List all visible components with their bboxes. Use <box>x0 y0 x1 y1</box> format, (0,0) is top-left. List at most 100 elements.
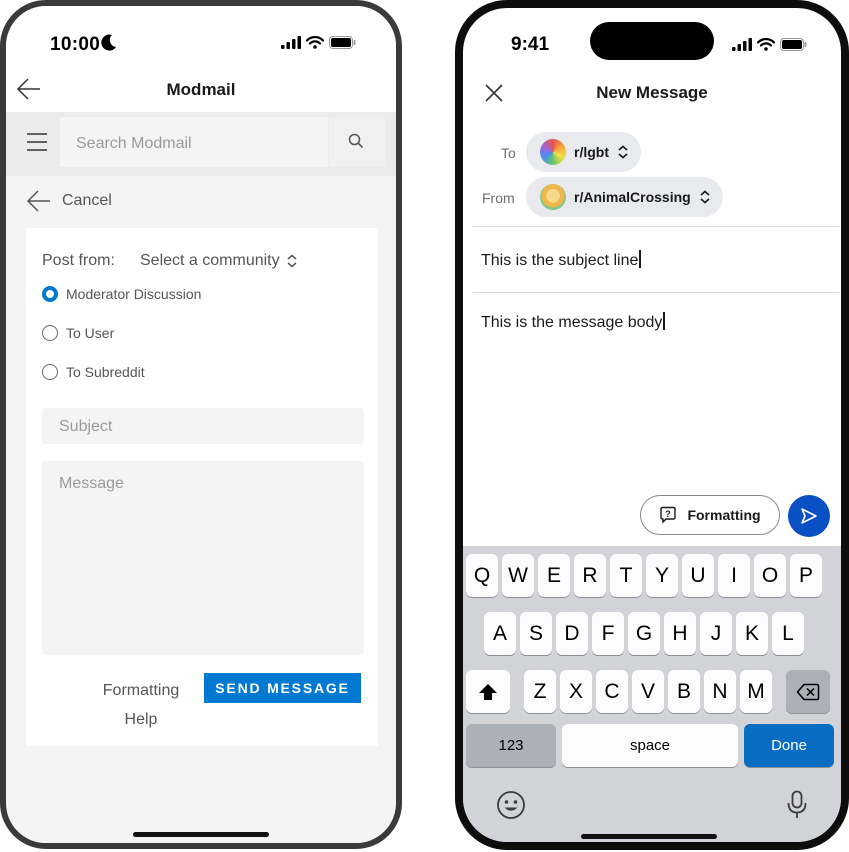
key-a[interactable]: A <box>484 612 516 655</box>
cancel-label: Cancel <box>62 192 112 209</box>
key-t[interactable]: T <box>610 554 642 597</box>
subject-input[interactable]: This is the subject line <box>481 250 641 270</box>
key-c[interactable]: C <box>596 670 628 713</box>
shift-icon <box>479 683 497 700</box>
key-i[interactable]: I <box>718 554 750 597</box>
from-community-selector[interactable]: r/AnimalCrossing <box>526 177 723 217</box>
to-community-selector[interactable]: r/lgbt <box>526 132 641 172</box>
old-modmail-phone: 10:00 Modmail Search Modmail Cancel Post… <box>0 0 402 849</box>
key-e[interactable]: E <box>538 554 570 597</box>
signal-icon <box>732 38 752 51</box>
chevron-updown-icon <box>700 190 710 204</box>
formatting-label: Formatting <box>687 507 761 523</box>
radio-to-user[interactable]: To User <box>42 325 114 341</box>
key-w[interactable]: W <box>502 554 534 597</box>
keyboard-row-3: Z X C V B N M <box>466 670 830 713</box>
back-arrow-icon <box>26 190 50 212</box>
cancel-button[interactable]: Cancel <box>26 184 112 218</box>
keyboard-row-2: A S D F G H J K L <box>484 612 804 655</box>
radio-label: Moderator Discussion <box>66 286 202 302</box>
new-message-phone: 9:41 New Message To r/lgbt From r/Animal… <box>455 0 849 850</box>
text-cursor <box>663 312 665 330</box>
backspace-key[interactable] <box>786 670 830 713</box>
key-x[interactable]: X <box>560 670 592 713</box>
send-icon <box>801 508 817 524</box>
key-g[interactable]: G <box>628 612 660 655</box>
from-community-name: r/AnimalCrossing <box>574 189 691 205</box>
key-f[interactable]: F <box>592 612 624 655</box>
keyboard: Q W E R T Y U I O P A S D F G H J K L Z <box>463 546 841 842</box>
chevron-updown-icon <box>618 145 628 159</box>
subject-input[interactable]: Subject <box>42 408 364 444</box>
key-y[interactable]: Y <box>646 554 678 597</box>
animalcrossing-avatar <box>540 184 566 210</box>
key-j[interactable]: J <box>700 612 732 655</box>
key-l[interactable]: L <box>772 612 804 655</box>
bottom-bar <box>6 812 396 843</box>
text-cursor <box>639 250 641 268</box>
moon-icon <box>101 34 116 51</box>
key-d[interactable]: D <box>556 612 588 655</box>
key-q[interactable]: Q <box>466 554 498 597</box>
signal-icon <box>281 36 301 49</box>
battery-icon <box>329 36 356 49</box>
keyboard-row-4: 123 space Done <box>466 724 834 767</box>
wifi-icon <box>757 38 775 51</box>
message-textarea[interactable]: Message <box>42 461 364 655</box>
status-icons <box>281 36 356 49</box>
dynamic-island <box>590 22 714 60</box>
radio-moderator-discussion[interactable]: Moderator Discussion <box>42 286 201 302</box>
space-key[interactable]: space <box>562 724 738 767</box>
search-input[interactable]: Search Modmail <box>60 117 328 167</box>
key-z[interactable]: Z <box>524 670 556 713</box>
key-n[interactable]: N <box>704 670 736 713</box>
radio-button-selected <box>42 286 58 302</box>
key-s[interactable]: S <box>520 612 552 655</box>
page-title: Modmail <box>166 80 236 99</box>
formatting-button[interactable]: ? Formatting <box>640 495 780 535</box>
radio-button <box>42 364 58 380</box>
search-icon <box>348 133 364 149</box>
wifi-icon <box>306 36 324 49</box>
key-p[interactable]: P <box>790 554 822 597</box>
emoji-icon[interactable] <box>496 790 526 820</box>
status-bar: 10:00 <box>6 6 396 70</box>
menu-icon[interactable] <box>26 131 48 153</box>
key-u[interactable]: U <box>682 554 714 597</box>
lgbt-avatar <box>540 139 566 165</box>
key-o[interactable]: O <box>754 554 786 597</box>
radio-label: To User <box>66 325 115 341</box>
svg-text:?: ? <box>666 509 672 519</box>
microphone-icon[interactable] <box>786 790 808 820</box>
community-select[interactable]: Select a community <box>140 252 298 270</box>
community-select-value: Select a community <box>140 252 280 269</box>
key-k[interactable]: K <box>736 612 768 655</box>
keyboard-row-1: Q W E R T Y U I O P <box>466 554 822 597</box>
divider <box>473 226 839 227</box>
home-indicator <box>133 832 269 837</box>
post-from-label: Post from: <box>42 252 115 269</box>
backspace-icon <box>796 683 820 700</box>
formatting-help-link[interactable]: Formatting Help <box>86 676 196 734</box>
numbers-key[interactable]: 123 <box>466 724 556 767</box>
key-h[interactable]: H <box>664 612 696 655</box>
radio-button <box>42 325 58 341</box>
key-b[interactable]: B <box>668 670 700 713</box>
status-time: 9:41 <box>511 34 550 55</box>
done-key[interactable]: Done <box>744 724 834 767</box>
key-v[interactable]: V <box>632 670 664 713</box>
page-title: New Message <box>596 83 708 102</box>
radio-to-subreddit[interactable]: To Subreddit <box>42 364 145 380</box>
send-message-button[interactable]: SEND MESSAGE <box>204 673 361 703</box>
search-button[interactable] <box>329 117 385 167</box>
radio-label: To Subreddit <box>66 364 145 380</box>
chevron-updown-icon <box>287 254 297 268</box>
key-m[interactable]: M <box>740 670 772 713</box>
send-button[interactable] <box>788 495 830 537</box>
to-label: To <box>501 145 516 161</box>
subject-value: This is the subject line <box>481 252 639 269</box>
body-input[interactable]: This is the message body <box>481 312 665 332</box>
shift-key[interactable] <box>466 670 510 713</box>
header: Modmail <box>6 70 396 112</box>
key-r[interactable]: R <box>574 554 606 597</box>
